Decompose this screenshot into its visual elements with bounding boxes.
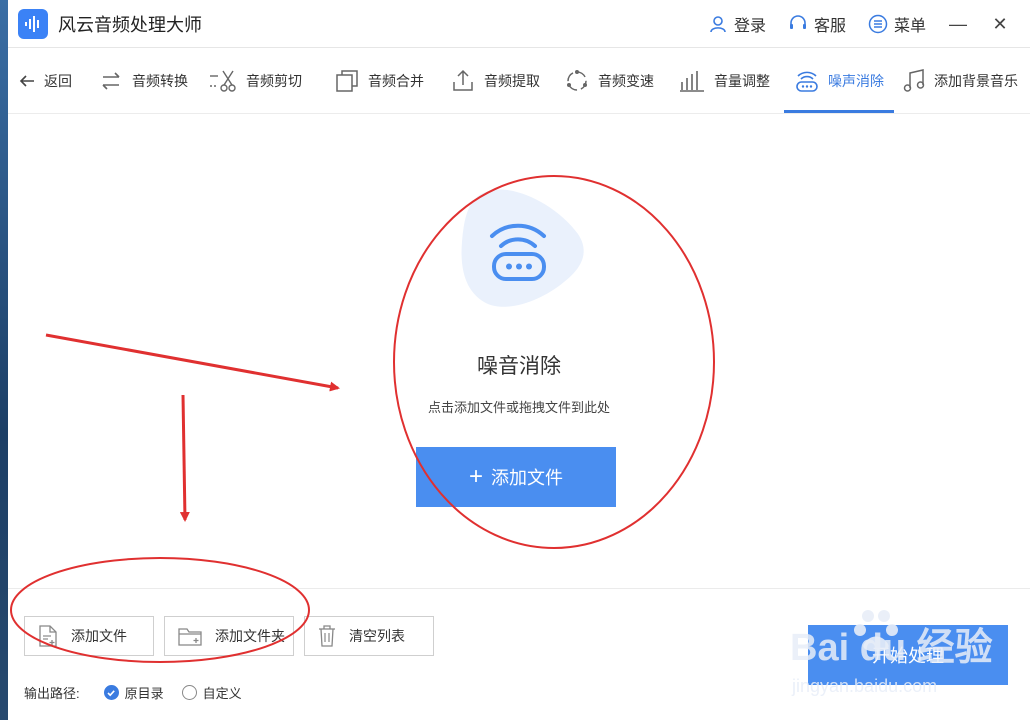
bottom-panel: 添加文件 添加文件夹 清空列表 输出路径: 原目录 自定义 开始处理 xyxy=(8,588,1030,720)
start-processing-button[interactable]: 开始处理 xyxy=(808,625,1008,685)
merge-icon xyxy=(336,69,358,92)
radio-unchecked-icon xyxy=(181,685,197,700)
tab-label: 添加背景音乐 xyxy=(934,72,1018,89)
title-bar: 风云音频处理大师 登录 客服 菜单 — ✕ xyxy=(8,0,1030,48)
trash-icon xyxy=(319,625,335,647)
tab-label: 音频提取 xyxy=(484,72,540,89)
clear-list-label: 清空列表 xyxy=(349,628,405,644)
add-file-button[interactable]: 添加文件 xyxy=(24,616,154,656)
desktop-background-strip xyxy=(0,0,8,720)
extract-icon xyxy=(453,69,473,91)
add-file-button-large[interactable]: + 添加文件 xyxy=(416,447,616,507)
tab-add-background-music[interactable]: 添加背景音乐 xyxy=(894,48,1028,113)
speed-icon xyxy=(567,69,587,91)
add-folder-label: 添加文件夹 xyxy=(215,628,285,644)
drop-zone[interactable]: 噪音消除 点击添加文件或拖拽文件到此处 + 添加文件 xyxy=(8,114,1030,588)
app-window: 风云音频处理大师 登录 客服 菜单 — ✕ 返回 音频转换 音频剪切 音频合并 … xyxy=(0,0,1030,720)
noise-icon xyxy=(796,71,818,92)
tab-audio-merge[interactable]: 音频合并 xyxy=(324,48,434,113)
add-file-label: 添加文件 xyxy=(71,628,127,644)
feature-toolbar: 返回 音频转换 音频剪切 音频合并 音频提取 音频变速 音量调整 噪声消除 添加… xyxy=(8,48,1030,114)
headset-icon xyxy=(789,15,806,29)
tab-audio-cut[interactable]: 音频剪切 xyxy=(198,48,312,113)
tab-audio-convert[interactable]: 音频转换 xyxy=(88,48,198,113)
plus-icon: + xyxy=(468,463,483,490)
menu-button[interactable]: 菜单 xyxy=(868,12,926,36)
user-icon xyxy=(710,16,726,33)
output-path-row: 输出路径: 原目录 自定义 xyxy=(24,683,242,702)
back-button[interactable]: 返回 xyxy=(8,48,82,113)
music-note-icon xyxy=(903,68,925,92)
tab-label: 音频合并 xyxy=(368,72,424,89)
folder-add-icon xyxy=(178,628,202,646)
close-button[interactable]: ✕ xyxy=(990,14,1010,35)
arrow-left-icon xyxy=(19,74,34,87)
scissors-icon xyxy=(210,70,236,92)
tab-audio-speed[interactable]: 音频变速 xyxy=(554,48,664,113)
tab-label: 音频转换 xyxy=(132,72,188,89)
radio-checked-icon xyxy=(103,685,119,700)
menu-label: 菜单 xyxy=(893,18,926,35)
tab-label: 音频剪切 xyxy=(246,72,302,89)
login-button[interactable]: 登录 xyxy=(708,12,766,36)
tab-audio-extract[interactable]: 音频提取 xyxy=(440,48,550,113)
noise-removal-illustration xyxy=(461,189,584,307)
radio-original-label: 原目录 xyxy=(124,686,164,701)
app-title: 风云音频处理大师 xyxy=(58,14,202,35)
service-label: 客服 xyxy=(813,18,846,35)
file-add-icon xyxy=(39,625,57,647)
login-label: 登录 xyxy=(733,18,766,35)
title-actions: 登录 客服 菜单 — ✕ xyxy=(686,0,1010,48)
convert-icon xyxy=(102,71,120,90)
tab-label: 噪声消除 xyxy=(828,72,884,89)
tab-volume-adjust[interactable]: 音量调整 xyxy=(668,48,780,113)
start-label: 开始处理 xyxy=(872,646,944,666)
add-folder-button[interactable]: 添加文件夹 xyxy=(164,616,294,656)
tab-label: 音量调整 xyxy=(714,72,770,89)
back-label: 返回 xyxy=(44,72,72,89)
menu-list-icon xyxy=(868,14,888,34)
tab-label: 音频变速 xyxy=(598,72,654,89)
radio-custom-dir[interactable]: 自定义 xyxy=(181,683,242,702)
radio-custom-label: 自定义 xyxy=(202,686,242,701)
radio-original-dir[interactable]: 原目录 xyxy=(103,683,164,702)
service-button[interactable]: 客服 xyxy=(788,12,846,36)
drop-hint: 点击添加文件或拖拽文件到此处 xyxy=(427,400,610,415)
minimize-button[interactable]: — xyxy=(948,14,968,35)
output-path-label: 输出路径: xyxy=(24,686,80,701)
main-title: 噪音消除 xyxy=(477,355,561,378)
volume-bars-icon xyxy=(680,70,704,92)
add-file-label: 添加文件 xyxy=(491,468,563,488)
clear-list-button[interactable]: 清空列表 xyxy=(304,616,434,656)
tab-noise-removal[interactable]: 噪声消除 xyxy=(784,48,894,113)
app-logo-icon xyxy=(18,8,48,39)
